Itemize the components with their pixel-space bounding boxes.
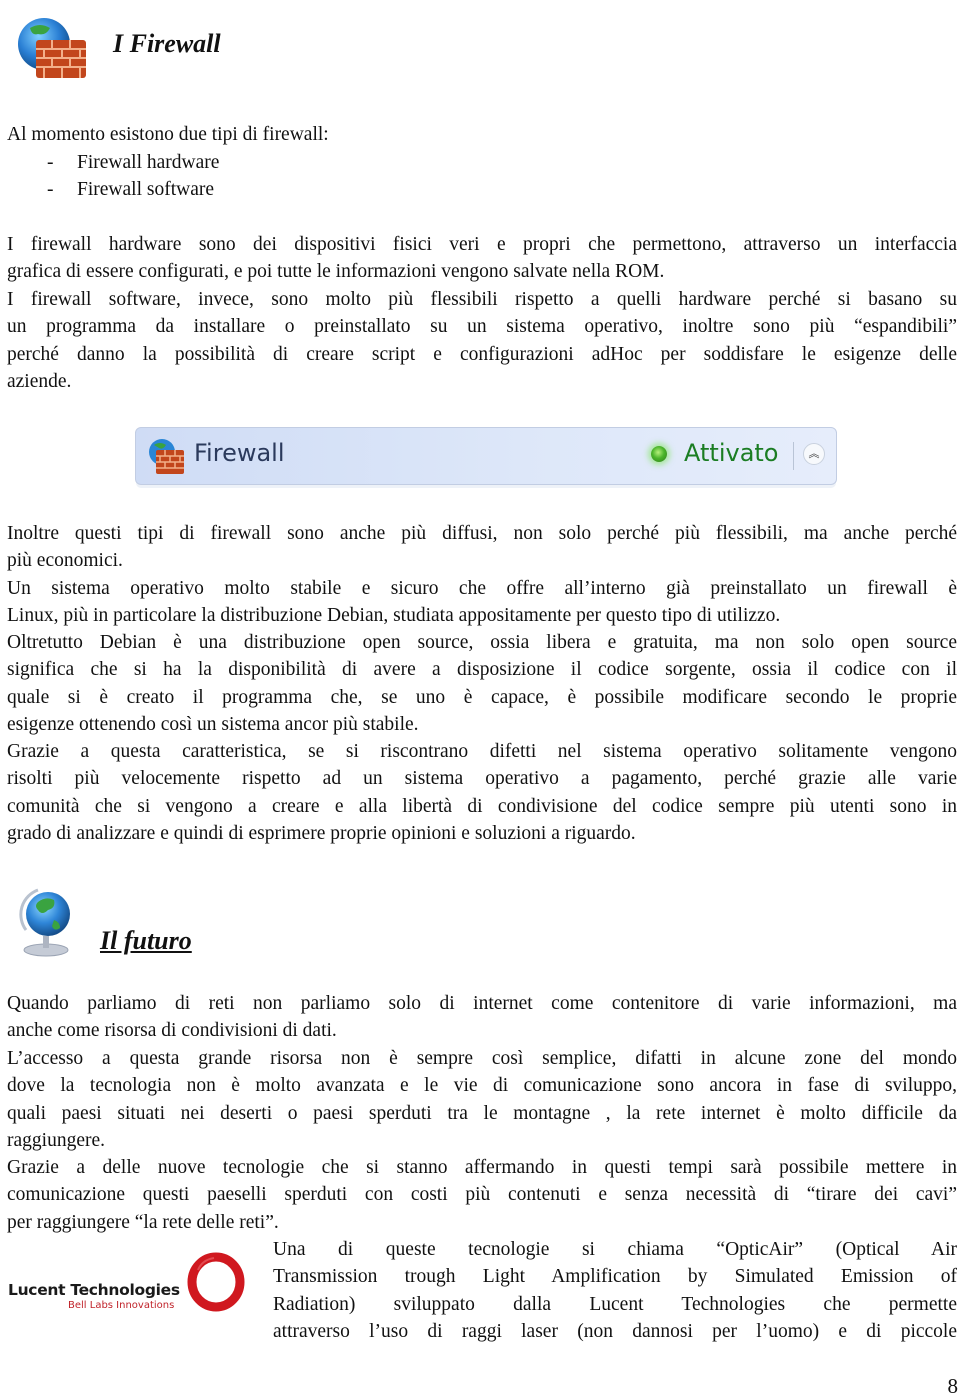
page-number: 8 xyxy=(947,1374,959,1398)
text-line: raggiungere. xyxy=(7,1129,105,1151)
text-line: aziende. xyxy=(7,370,72,392)
paragraph-access: L’accesso a questa grande risorsa non è … xyxy=(7,1045,957,1154)
lucent-technologies-logo: Lucent Technologies Bell Labs Innovation… xyxy=(6,1248,256,1318)
text-line: comunità che si vengono a creare e alla … xyxy=(7,795,957,817)
list-item: - Firewall software xyxy=(7,176,214,203)
text-line: grado di analizzare e quindi di esprimer… xyxy=(7,822,636,844)
text-line: Un sistema operativo molto stabile e sic… xyxy=(7,578,957,599)
paragraph-new-technologies: Grazie a delle nuove tecnologie che si s… xyxy=(7,1154,957,1236)
list-marker: - xyxy=(47,179,54,200)
firewall-status-text: Attivato xyxy=(684,439,779,467)
text-line: I firewall software, invece, sono molto … xyxy=(7,289,957,310)
text-line: dove la tecnologia non è molto avanzata … xyxy=(7,1075,957,1097)
list-item: - Firewall hardware xyxy=(7,149,219,176)
text-line: per raggiungere “la rete delle reti”. xyxy=(7,1211,279,1233)
text-line: esigenze ottenendo così un sistema ancor… xyxy=(7,713,419,735)
paragraph-networks: Quando parliamo di reti non parliamo sol… xyxy=(7,990,957,1045)
divider xyxy=(793,442,794,470)
text-line: L’accesso a questa grande risorsa non è … xyxy=(7,1048,957,1069)
text-line: un programma da installare o preinstalla… xyxy=(7,316,957,338)
text-line: risolti più velocemente rispetto ad un s… xyxy=(7,768,957,790)
text-line: attraverso l’uso di raggi laser (non dan… xyxy=(273,1320,957,1342)
text-line: quali paesi situati nei deserti o paesi … xyxy=(7,1102,957,1124)
text-line: Grazie a delle nuove tecnologie che si s… xyxy=(7,1157,957,1178)
text-line: più economici. xyxy=(7,550,123,572)
text-line: Grazie a questa caratteristica, se si ri… xyxy=(7,741,957,762)
firewall-status-widget: Firewall Attivato ︽ xyxy=(135,427,837,485)
section-title-future: Il futuro xyxy=(100,926,192,955)
lucent-ring-icon xyxy=(187,1252,245,1312)
text-line: Oltretutto Debian è una distribuzione op… xyxy=(7,632,957,653)
intro-text: Al momento esistono due tipi di firewall… xyxy=(7,124,329,145)
text-line: significa che si ha la disponibilità di … xyxy=(7,659,957,681)
text-line: Radiation) sviluppato dalla Lucent Techn… xyxy=(273,1293,957,1315)
text-line: Quando parliamo di reti non parliamo sol… xyxy=(7,993,957,1014)
text-line: Linux, più in particolare la distribuzio… xyxy=(7,605,781,627)
paragraph-hardware-firewall: I firewall hardware sono dei dispositivi… xyxy=(7,231,957,286)
text-line: perché danno la possibilità di creare sc… xyxy=(7,343,957,365)
text-line: quale si è creato il programma che, se u… xyxy=(7,686,957,708)
paragraph-linux: Un sistema operativo molto stabile e sic… xyxy=(7,575,957,630)
paragraph-software-firewall: I firewall software, invece, sono molto … xyxy=(7,286,957,395)
text-line: Una di queste tecnologie si chiama “Opti… xyxy=(273,1239,957,1260)
text-line: grafica di essere configurati, e poi tut… xyxy=(7,261,665,283)
list-marker: - xyxy=(47,152,54,173)
text-line: I firewall hardware sono dei dispositivi… xyxy=(7,234,957,255)
text-line: anche come risorsa di condivisioni di da… xyxy=(7,1020,337,1042)
list-item-text: Firewall hardware xyxy=(77,152,220,173)
text-line: Transmission trough Light Amplification … xyxy=(273,1266,957,1288)
paragraph-community: Grazie a questa caratteristica, se si ri… xyxy=(7,738,957,847)
paragraph-opticair: Una di queste tecnologie si chiama “Opti… xyxy=(273,1236,957,1345)
paragraph-debian: Oltretutto Debian è una distribuzione op… xyxy=(7,629,957,738)
list-item-text: Firewall software xyxy=(77,179,214,200)
section-title-firewall: I Firewall xyxy=(113,29,221,58)
firewall-brick-icon xyxy=(146,436,186,476)
firewall-section-icon xyxy=(12,14,86,82)
firewall-widget-label: Firewall xyxy=(194,439,285,467)
logo-tagline: Bell Labs Innovations xyxy=(68,1300,175,1311)
green-status-dot-icon xyxy=(651,446,667,462)
paragraph-diffusion: Inoltre questi tipi di firewall sono anc… xyxy=(7,520,957,575)
double-chevron-up-icon[interactable]: ︽ xyxy=(803,443,825,465)
logo-name: Lucent Technologies xyxy=(8,1281,180,1299)
globe-icon xyxy=(14,884,78,958)
text-line: Inoltre questi tipi di firewall sono anc… xyxy=(7,523,957,544)
text-line: comunicazione questi paeselli sperduti c… xyxy=(7,1184,957,1206)
